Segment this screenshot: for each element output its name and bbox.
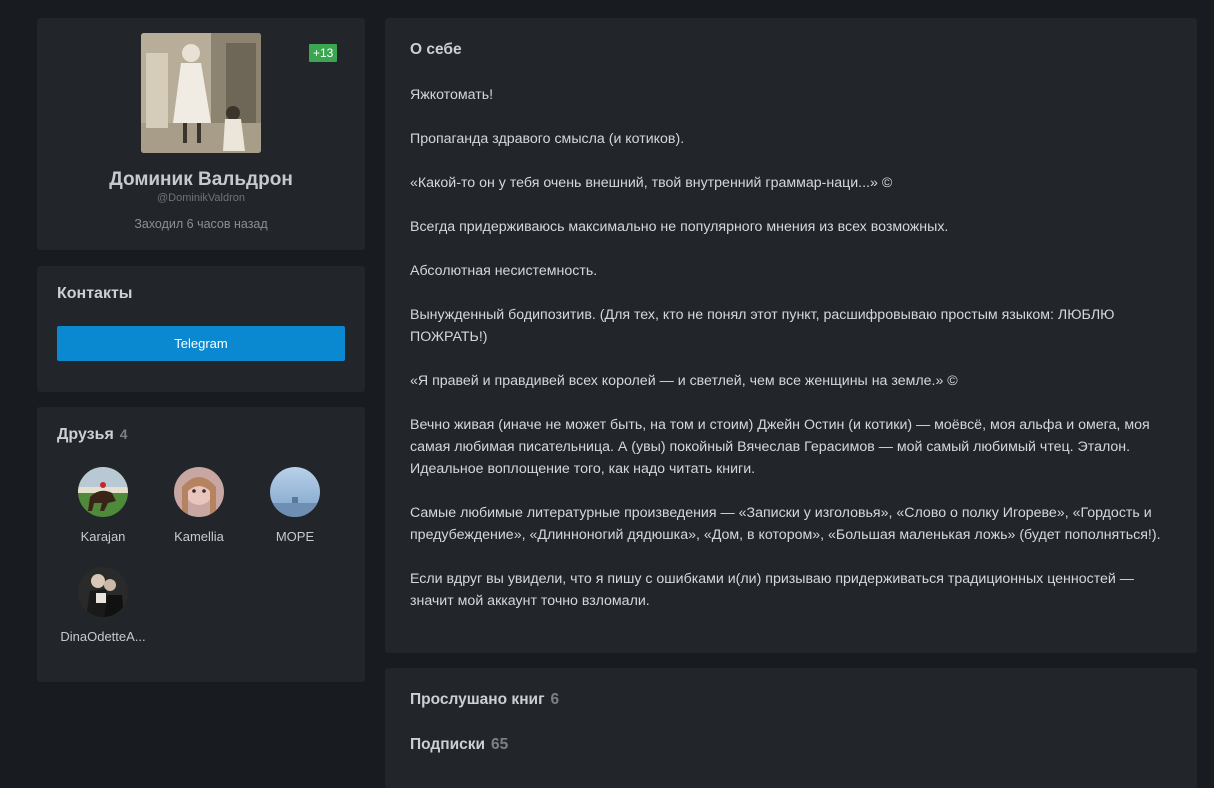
profile-name: Доминик Вальдрон — [109, 169, 293, 190]
about-paragraph: Яжкотомать! — [410, 87, 494, 103]
friend-avatar[interactable] — [270, 467, 320, 517]
profile-card: +13 Доминик Вальдрон @DominikValdron Зах… — [37, 18, 365, 250]
about-paragraph: Вечно живая (иначе не может быть, на том… — [410, 417, 1150, 477]
profile-handle: @DominikValdron — [157, 192, 245, 204]
friend-item[interactable]: DinaOdetteA... — [55, 567, 151, 644]
about-paragraph: Самые любимые литературные произведения … — [410, 505, 1161, 543]
about-paragraph: Пропаганда здравого смысла (и котиков). — [410, 131, 685, 147]
telegram-button[interactable]: Telegram — [57, 326, 345, 361]
contacts-title: Контакты — [57, 285, 133, 302]
friend-avatar[interactable] — [78, 467, 128, 517]
stats-card: Прослушано книг 6 Подписки 65 — [385, 668, 1197, 788]
about-card: О себе Яжкотомать! Пропаганда здравого с… — [385, 18, 1197, 653]
listened-books-count: 6 — [550, 691, 560, 708]
about-title: О себе — [410, 41, 462, 58]
listened-books-link[interactable]: Прослушано книг 6 — [410, 691, 559, 709]
friend-name: DinaOdetteA... — [60, 629, 146, 644]
rating-badge: +13 — [309, 44, 338, 62]
friends-count: 4 — [119, 426, 128, 442]
friends-card: Друзья 4 Karajan Kamellia МОРЕ DinaOdett… — [37, 407, 365, 682]
friends-title-label: Друзья — [57, 426, 114, 443]
friend-name: Kamellia — [174, 529, 224, 544]
about-paragraph: «Я правей и правдивей всех королей — и с… — [410, 373, 958, 389]
friend-item[interactable]: Kamellia — [151, 467, 247, 544]
friend-name: Karajan — [80, 529, 126, 544]
about-paragraph: Абсолютная несистемность. — [410, 263, 598, 279]
friend-item[interactable]: Karajan — [55, 467, 151, 544]
subscriptions-link[interactable]: Подписки 65 — [410, 736, 508, 754]
subscriptions-label: Подписки — [410, 736, 486, 753]
about-paragraph: «Какой-то он у тебя очень внешний, твой … — [410, 175, 893, 191]
friends-title[interactable]: Друзья 4 — [57, 426, 128, 444]
listened-books-label: Прослушано книг — [410, 691, 545, 708]
friend-item[interactable]: МОРЕ — [247, 467, 343, 544]
about-paragraph: Если вдруг вы увидели, что я пишу с ошиб… — [410, 571, 1134, 609]
contacts-card: Контакты Telegram — [37, 266, 365, 392]
subscriptions-count: 65 — [491, 736, 509, 753]
about-text: Яжкотомать! Пропаганда здравого смысла (… — [410, 84, 1180, 634]
friend-avatar[interactable] — [174, 467, 224, 517]
about-paragraph: Вынужденный бодипозитив. (Для тех, кто н… — [410, 307, 1115, 345]
friend-name: МОРЕ — [275, 529, 315, 544]
friend-avatar[interactable] — [78, 567, 128, 617]
last-seen-text: Заходил 6 часов назад — [134, 217, 268, 231]
about-paragraph: Всегда придерживаюсь максимально не попу… — [410, 219, 949, 235]
profile-avatar[interactable] — [141, 33, 261, 153]
